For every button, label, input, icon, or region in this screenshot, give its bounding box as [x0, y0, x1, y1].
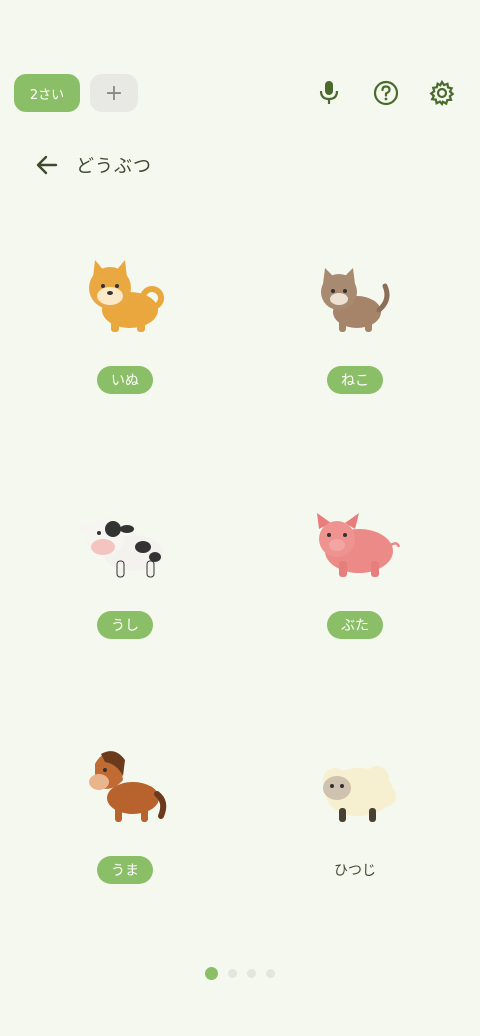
animal-card-cow[interactable]: うし [5, 495, 245, 655]
page-dot-2[interactable] [228, 969, 237, 978]
sheep-illustration [323, 766, 396, 822]
page-dot-4[interactable] [266, 969, 275, 978]
microphone-icon[interactable] [314, 78, 344, 108]
help-icon[interactable] [371, 78, 401, 108]
horse-illustration [89, 751, 167, 822]
settings-gear-icon[interactable] [427, 78, 457, 108]
add-profile-button[interactable]: + [90, 74, 138, 112]
age-chip[interactable]: 2さい [14, 74, 80, 112]
page-dot-3[interactable] [247, 969, 256, 978]
animal-label-pig: ぶた [327, 611, 383, 639]
pig-illustration [317, 513, 401, 577]
animal-card-cat[interactable]: ねこ [235, 250, 475, 410]
screen-header: どうぶつ [0, 140, 480, 188]
animal-card-dog[interactable]: いぬ [5, 250, 245, 410]
animal-card-pig[interactable]: ぶた [235, 495, 475, 655]
animal-label-sheep: ひつじ [334, 863, 376, 879]
top-bar: 2さい + [0, 0, 480, 140]
page-title: どうぶつ [76, 156, 152, 177]
animal-card-horse[interactable]: うま [5, 740, 245, 900]
page-indicator [0, 966, 480, 980]
page-dot-1[interactable] [205, 967, 218, 980]
animal-label-cow: うし [97, 611, 153, 639]
cat-illustration [321, 268, 390, 332]
animal-card-sheep[interactable]: ひつじ [235, 740, 475, 900]
back-arrow-icon[interactable] [30, 148, 64, 182]
animal-label-horse: うま [97, 856, 153, 884]
dog-illustration [89, 260, 164, 332]
cow-illustration [76, 518, 163, 578]
animal-label-cat: ねこ [327, 366, 383, 394]
animal-label-dog: いぬ [97, 366, 153, 394]
